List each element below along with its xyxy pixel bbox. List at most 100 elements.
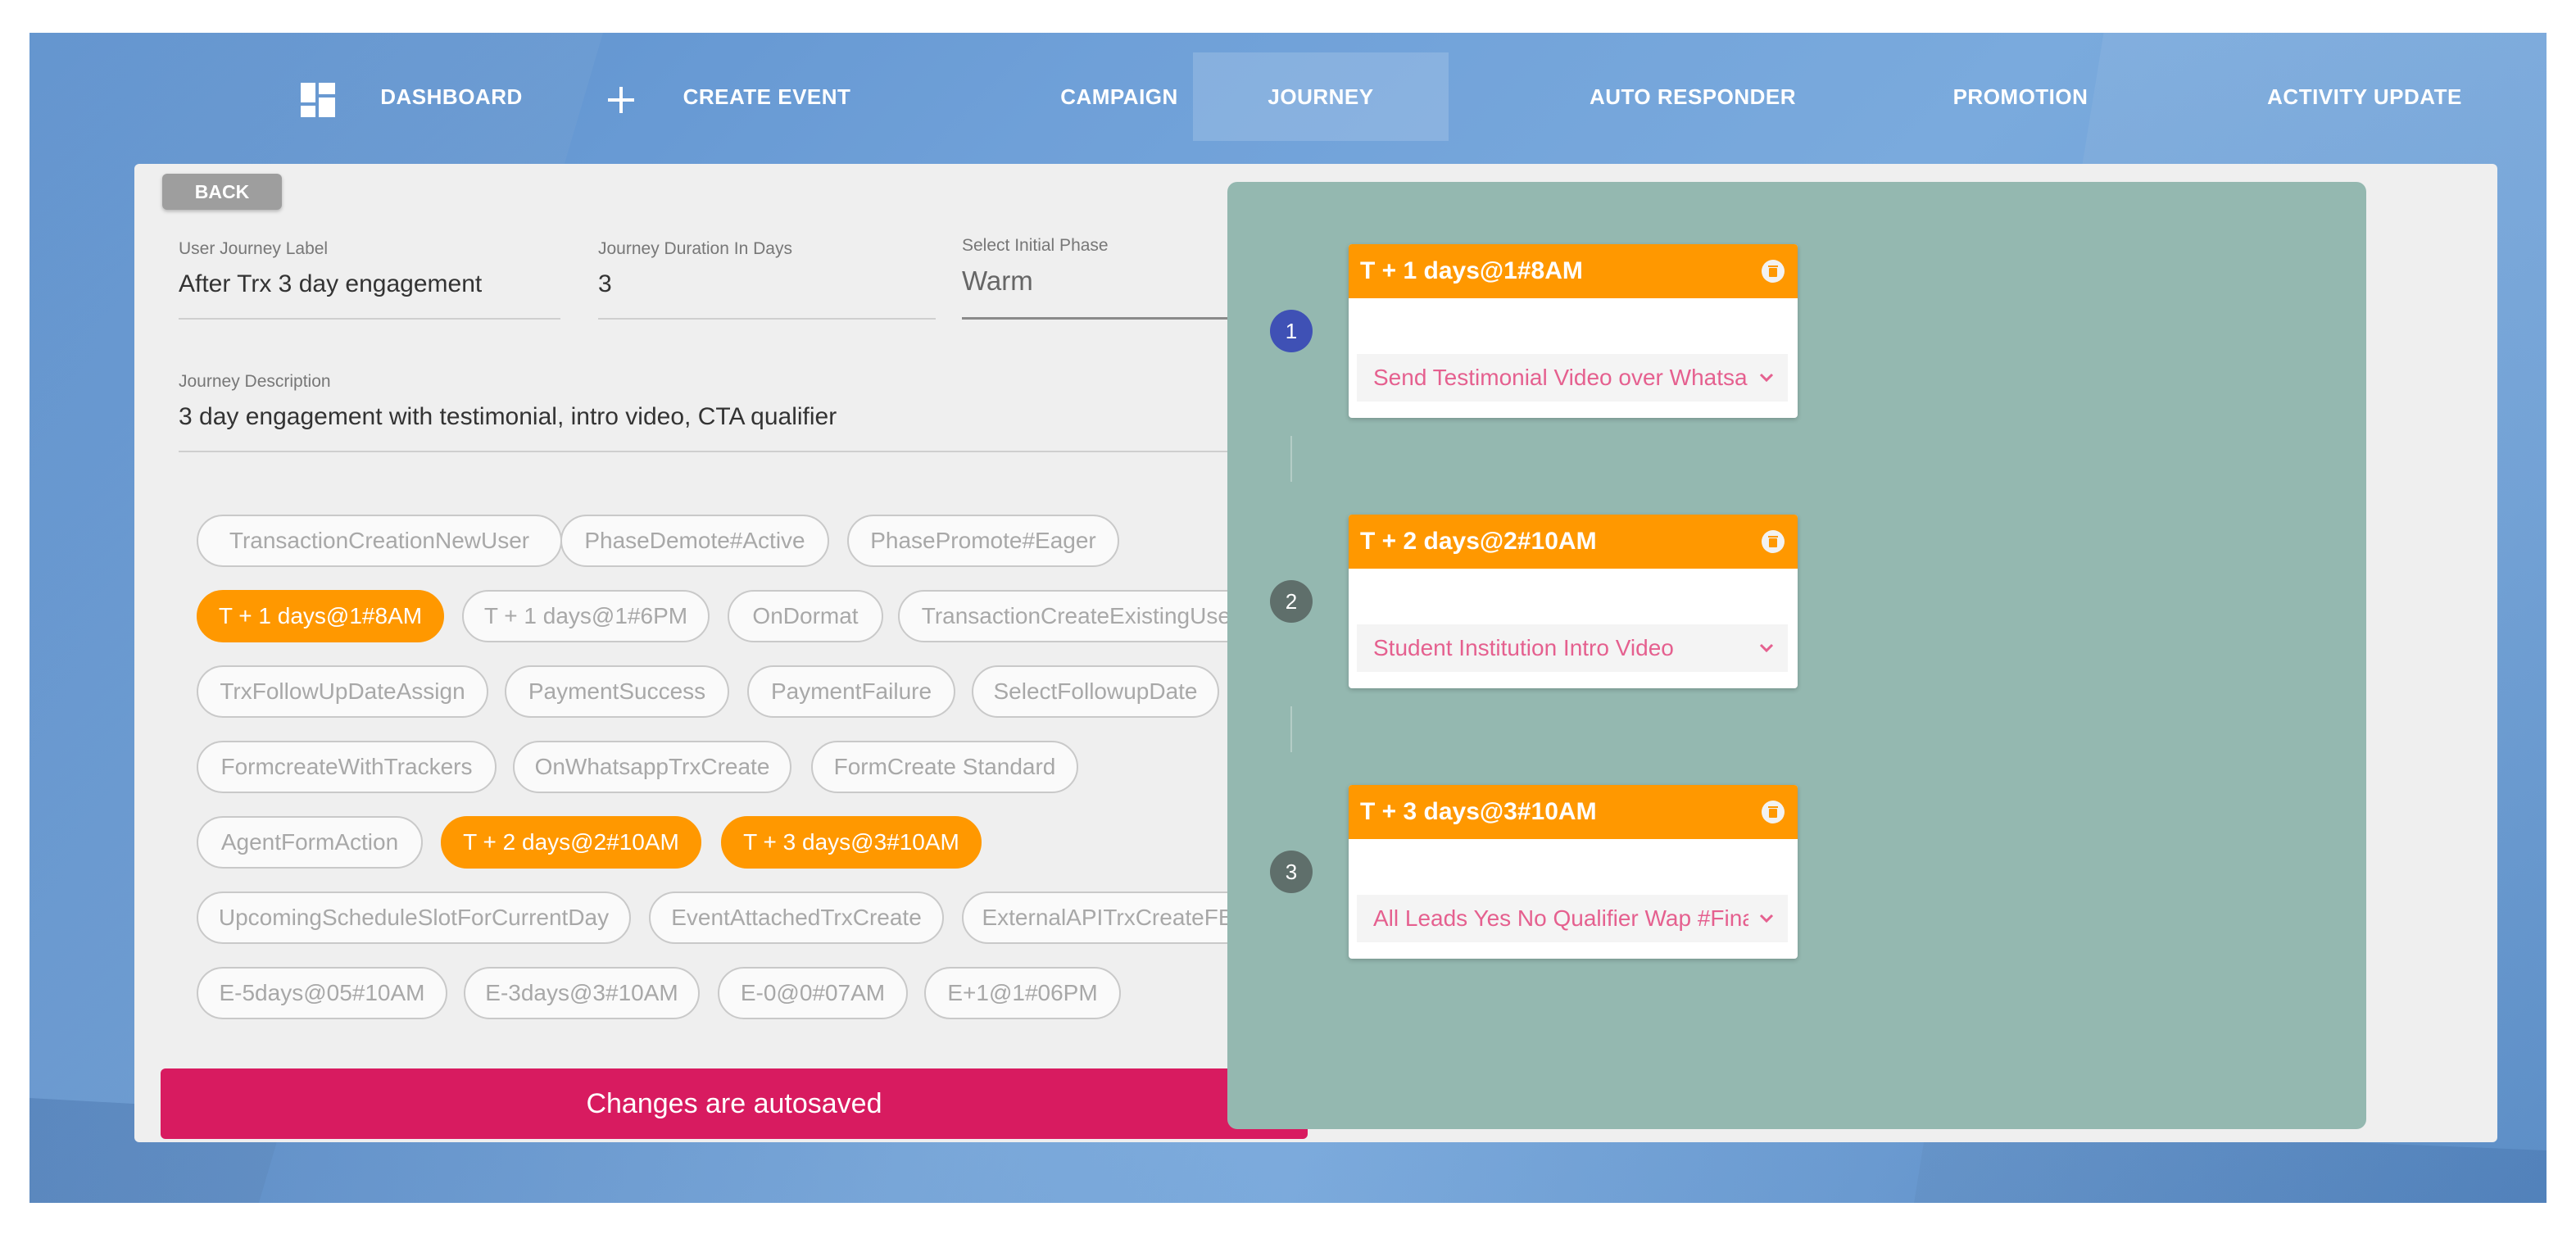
- journey-duration-field[interactable]: Journey Duration In Days 3: [598, 239, 936, 320]
- chip-label: T + 3 days@3#10AM: [743, 829, 959, 855]
- top-navigation: DASHBOARD CREATE EVENT CAMPAIGN JOURNEY …: [29, 33, 2547, 164]
- step-action-select[interactable]: Student Institution Intro Video: [1357, 624, 1788, 672]
- chip-label: FormCreate Standard: [833, 754, 1056, 779]
- nav-journey-label: JOURNEY: [1268, 84, 1374, 109]
- trigger-chip[interactable]: EventAttachedTrxCreate: [649, 891, 944, 944]
- trigger-chip[interactable]: SelectFollowupDate: [972, 665, 1219, 718]
- step-connector: [1290, 706, 1292, 752]
- chip-label: OnDormat: [752, 603, 859, 628]
- nav-auto-responder-label: AUTO RESPONDER: [1589, 84, 1797, 109]
- chip-label: OnWhatsappTrxCreate: [534, 754, 770, 779]
- nav-activity-update[interactable]: ACTIVITY UPDATE: [2242, 52, 2488, 141]
- chip-label: E-5days@05#10AM: [219, 980, 425, 1005]
- journey-step-card[interactable]: T + 2 days@2#10AM Student Institution In…: [1349, 515, 1798, 688]
- journey-step-card[interactable]: T + 3 days@3#10AM All Leads Yes No Quali…: [1349, 785, 1798, 959]
- step-action-value: Send Testimonial Video over Whatsapp: [1373, 365, 1748, 390]
- delete-step-icon[interactable]: [1762, 260, 1785, 283]
- chip-label: EventAttachedTrxCreate: [671, 905, 922, 930]
- journey-description-field-label: Journey Description: [179, 372, 331, 391]
- trigger-chip-selected[interactable]: T + 1 days@1#8AM: [197, 590, 444, 642]
- trigger-chip[interactable]: E-3days@3#10AM: [464, 967, 700, 1019]
- step-title: T + 1 days@1#8AM: [1360, 257, 1583, 284]
- trigger-chip[interactable]: E+1@1#06PM: [924, 967, 1121, 1019]
- step-number: 2: [1270, 580, 1313, 623]
- trigger-chip[interactable]: TransactionCreateExistingUser: [898, 590, 1262, 642]
- trigger-chip[interactable]: TransactionCreationNewUser: [197, 515, 562, 567]
- chevron-down-icon: [1757, 910, 1776, 928]
- trigger-chip-selected[interactable]: T + 2 days@2#10AM: [441, 816, 701, 869]
- delete-step-icon[interactable]: [1762, 801, 1785, 823]
- chip-label: TransactionCreationNewUser: [229, 528, 530, 553]
- journey-label-field[interactable]: User Journey Label After Trx 3 day engag…: [179, 239, 560, 320]
- nav-auto-responder[interactable]: AUTO RESPONDER: [1570, 52, 1816, 141]
- trigger-chip[interactable]: OnDormat: [728, 590, 883, 642]
- chip-label: E+1@1#06PM: [947, 980, 1098, 1005]
- step-number: 1: [1270, 310, 1313, 352]
- step-action-value: Student Institution Intro Video: [1373, 635, 1674, 660]
- journey-description-input[interactable]: 3 day engagement with testimonial, intro…: [179, 403, 1270, 431]
- trigger-chip[interactable]: E-5days@05#10AM: [197, 967, 447, 1019]
- chip-label: PhasePromote#Eager: [870, 528, 1096, 553]
- autosave-button[interactable]: Changes are autosaved: [161, 1068, 1308, 1139]
- delete-step-icon[interactable]: [1762, 530, 1785, 553]
- chip-label: E-3days@3#10AM: [485, 980, 678, 1005]
- trigger-chip[interactable]: T + 1 days@1#6PM: [462, 590, 710, 642]
- chip-label: FormcreateWithTrackers: [220, 754, 473, 779]
- field-underline: [598, 318, 936, 320]
- trigger-chip[interactable]: PhaseDemote#Active: [560, 515, 829, 567]
- dashboard-grid-icon[interactable]: [300, 82, 336, 118]
- trigger-chip[interactable]: AgentFormAction: [197, 816, 423, 869]
- journey-label-field-label: User Journey Label: [179, 239, 329, 258]
- trigger-chip-selected[interactable]: T + 3 days@3#10AM: [721, 816, 982, 869]
- chevron-down-icon: [1757, 369, 1776, 387]
- step-header: T + 1 days@1#8AM: [1349, 244, 1798, 298]
- trigger-chip[interactable]: TrxFollowUpDateAssign: [197, 665, 488, 718]
- step-number: 3: [1270, 851, 1313, 893]
- journey-duration-input[interactable]: 3: [598, 270, 936, 298]
- nav-campaign-label: CAMPAIGN: [1060, 84, 1178, 109]
- journey-description-field[interactable]: Journey Description 3 day engagement wit…: [179, 372, 1270, 452]
- chip-label: T + 1 days@1#6PM: [483, 603, 688, 628]
- trigger-chip[interactable]: E-0@0#07AM: [718, 967, 908, 1019]
- step-action-select[interactable]: All Leads Yes No Qualifier Wap #Final: [1357, 895, 1788, 942]
- trigger-chip[interactable]: UpcomingScheduleSlotForCurrentDay: [197, 891, 631, 944]
- chip-label: PhaseDemote#Active: [584, 528, 805, 553]
- chip-label: PaymentSuccess: [528, 678, 706, 704]
- step-header: T + 2 days@2#10AM: [1349, 515, 1798, 569]
- field-underline: [179, 451, 1270, 452]
- journey-duration-field-label: Journey Duration In Days: [598, 239, 792, 258]
- nav-promotion[interactable]: PROMOTION: [1914, 52, 2127, 141]
- trigger-chip[interactable]: OnWhatsappTrxCreate: [513, 741, 791, 793]
- step-title: T + 2 days@2#10AM: [1360, 528, 1597, 555]
- trigger-chip[interactable]: PaymentSuccess: [505, 665, 729, 718]
- field-underline: [179, 318, 560, 320]
- chip-label: ExternalAPITrxCreateFB: [982, 905, 1234, 930]
- chip-label: E-0@0#07AM: [740, 980, 886, 1005]
- journey-steps-canvas: 1 T + 1 days@1#8AM Send Testimonial Vide…: [1227, 182, 2366, 1129]
- trigger-chip[interactable]: PaymentFailure: [747, 665, 955, 718]
- nav-dashboard[interactable]: DASHBOARD: [365, 52, 537, 141]
- chip-label: TransactionCreateExistingUser: [921, 603, 1239, 628]
- trigger-chip[interactable]: FormCreate Standard: [811, 741, 1078, 793]
- journey-step-card[interactable]: T + 1 days@1#8AM Send Testimonial Video …: [1349, 244, 1798, 418]
- plus-icon[interactable]: [605, 84, 637, 116]
- chip-label: AgentFormAction: [220, 829, 399, 855]
- back-button[interactable]: BACK: [162, 174, 282, 210]
- step-action-select[interactable]: Send Testimonial Video over Whatsapp: [1357, 354, 1788, 402]
- chip-label: PaymentFailure: [770, 678, 932, 704]
- trigger-chip[interactable]: FormcreateWithTrackers: [197, 741, 497, 793]
- trigger-chip[interactable]: ExternalAPITrxCreateFB: [962, 891, 1254, 944]
- chip-label: T + 1 days@1#8AM: [218, 603, 423, 628]
- nav-journey[interactable]: JOURNEY: [1193, 52, 1449, 141]
- step-title: T + 3 days@3#10AM: [1360, 798, 1597, 825]
- nav-create-event[interactable]: CREATE EVENT: [669, 52, 865, 141]
- chip-label: SelectFollowupDate: [993, 678, 1198, 704]
- journey-label-input[interactable]: After Trx 3 day engagement: [179, 270, 560, 298]
- trigger-chip[interactable]: PhasePromote#Eager: [847, 515, 1119, 567]
- nav-create-event-label: CREATE EVENT: [683, 84, 851, 109]
- step-action-value: All Leads Yes No Qualifier Wap #Final: [1373, 905, 1748, 931]
- chip-label: UpcomingScheduleSlotForCurrentDay: [218, 905, 610, 930]
- nav-dashboard-label: DASHBOARD: [380, 84, 523, 109]
- step-connector: [1290, 436, 1292, 482]
- chip-label: T + 2 days@2#10AM: [463, 829, 679, 855]
